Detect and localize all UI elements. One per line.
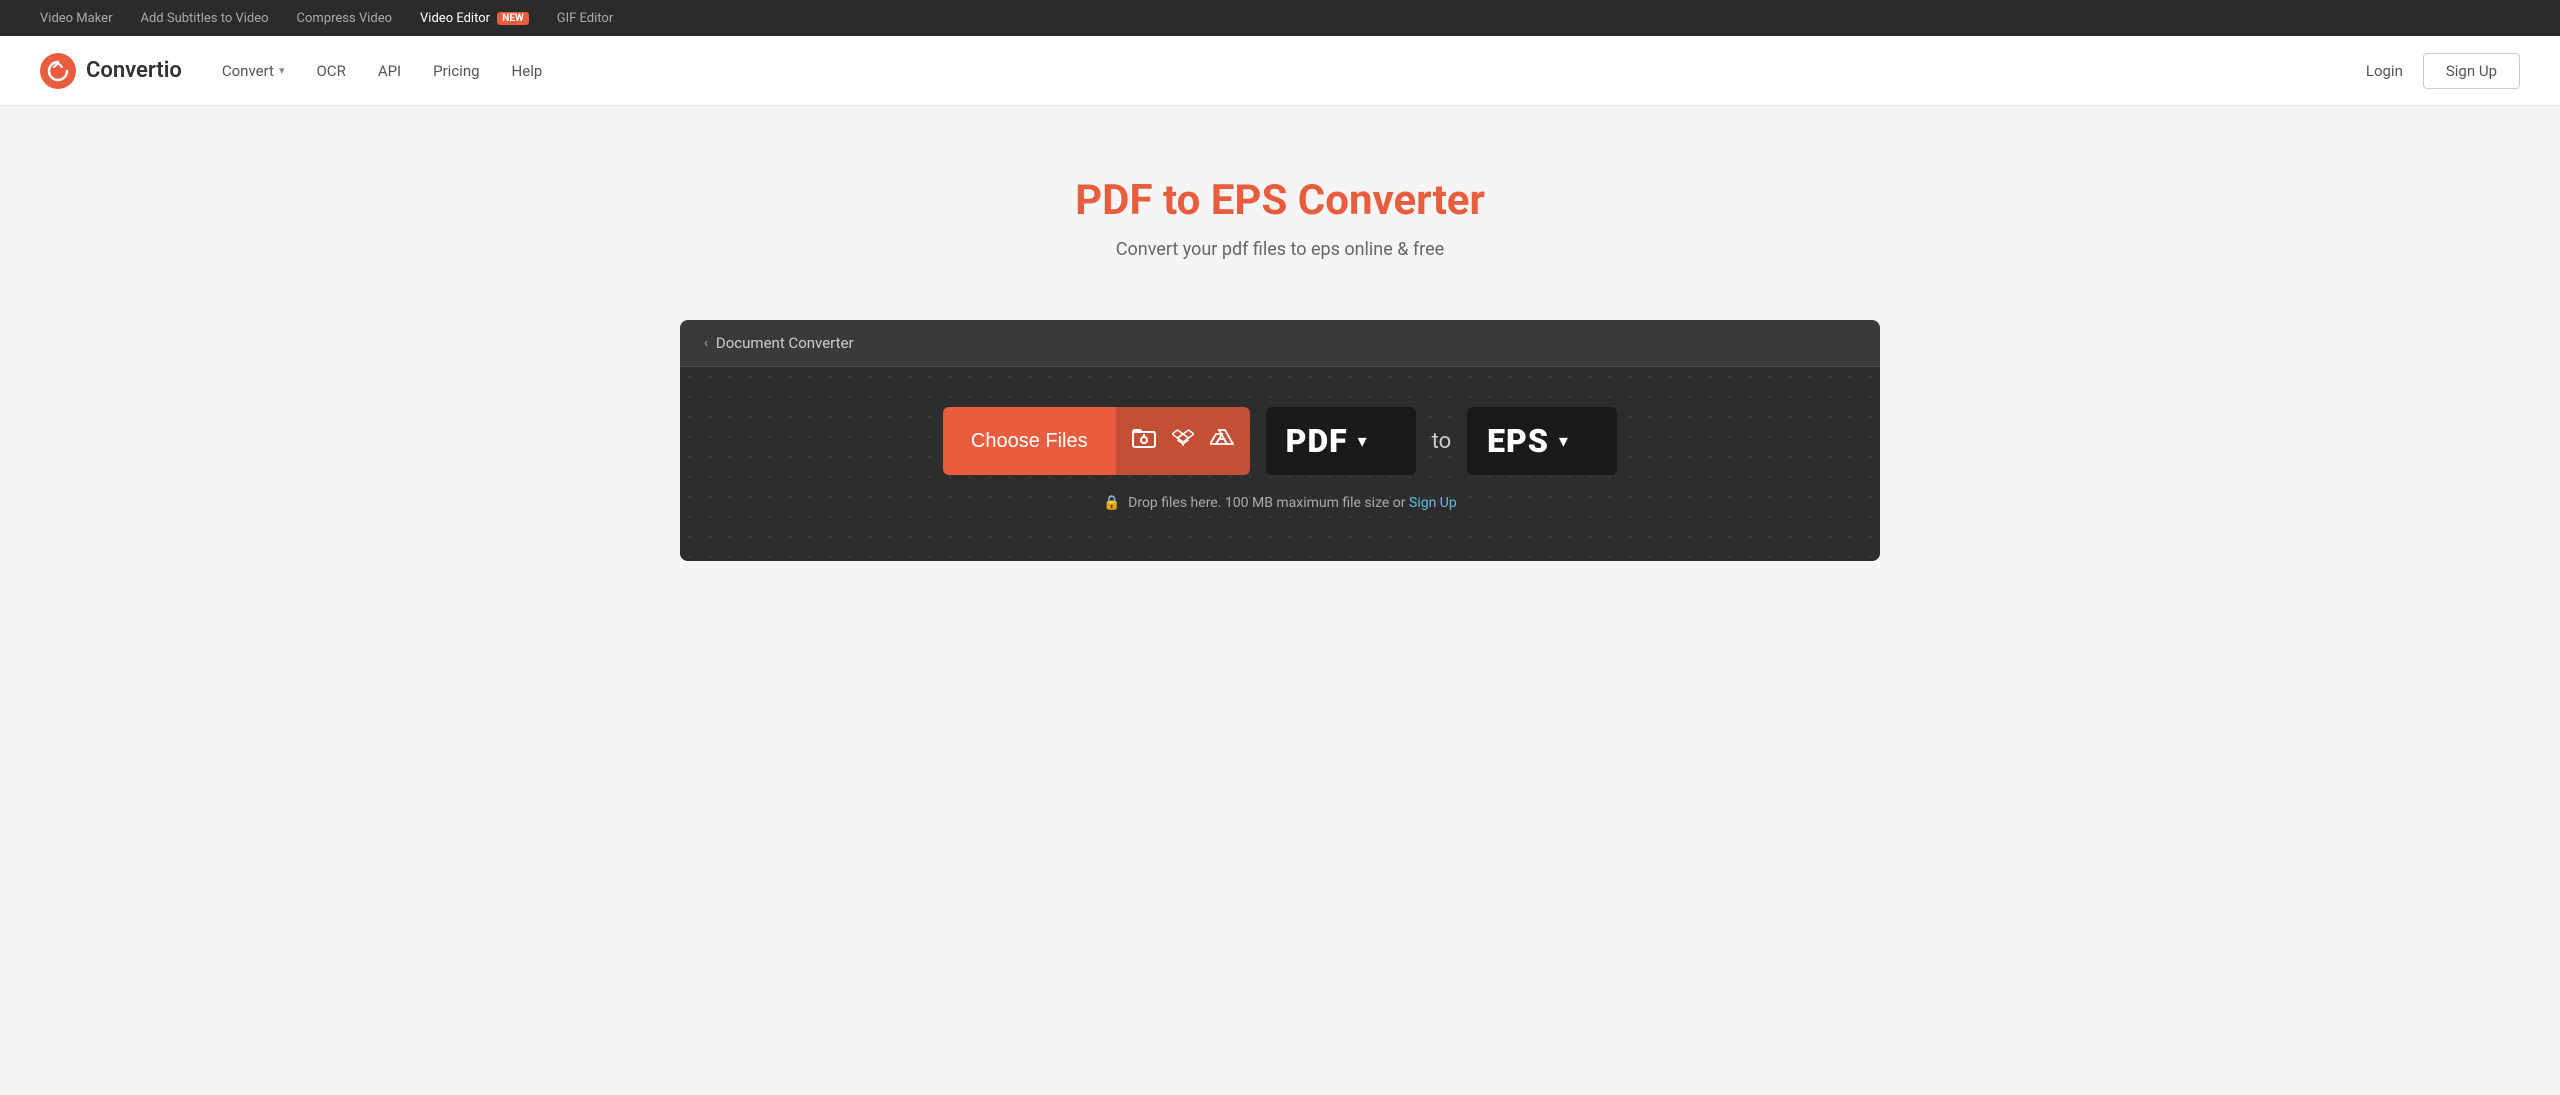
choose-files-icons xyxy=(1116,407,1250,475)
signup-button[interactable]: Sign Up xyxy=(2423,53,2520,89)
hero-title: PDF to EPS Converter xyxy=(20,176,2540,225)
nav-right: Login Sign Up xyxy=(2366,53,2520,89)
folder-icon xyxy=(1132,427,1156,455)
nav-pricing[interactable]: Pricing xyxy=(433,62,479,80)
lock-icon: 🔒 xyxy=(1103,495,1120,511)
from-format-select[interactable]: PDF ▾ xyxy=(1266,407,1416,475)
breadcrumb-chevron-icon: ‹ xyxy=(704,336,708,351)
converter-controls: Choose Files xyxy=(720,407,1840,475)
converter-section: ‹ Document Converter Choose Files xyxy=(0,320,2560,621)
nav-left: Convertio Convert ▾ OCR API Pricing Help xyxy=(40,53,542,89)
drop-note-signup-link[interactable]: Sign Up xyxy=(1409,495,1457,511)
topbar-video-editor[interactable]: Video Editor NEW xyxy=(420,11,529,26)
topbar-add-subtitles[interactable]: Add Subtitles to Video xyxy=(140,11,268,26)
to-format-select[interactable]: EPS ▾ xyxy=(1467,407,1617,475)
converter-header: ‹ Document Converter xyxy=(680,320,1880,367)
topbar-compress-video[interactable]: Compress Video xyxy=(297,11,392,26)
to-separator: to xyxy=(1432,429,1452,454)
choose-files-label: Choose Files xyxy=(943,430,1116,453)
converter-box: ‹ Document Converter Choose Files xyxy=(680,320,1880,561)
from-format-chevron-icon: ▾ xyxy=(1358,431,1367,452)
breadcrumb-label: Document Converter xyxy=(716,334,854,352)
choose-files-button[interactable]: Choose Files xyxy=(943,407,1250,475)
new-badge: NEW xyxy=(497,12,528,25)
nav-links: Convert ▾ OCR API Pricing Help xyxy=(222,62,542,80)
dropbox-icon xyxy=(1172,427,1194,455)
googledrive-icon xyxy=(1210,427,1234,455)
topbar-gif-editor[interactable]: GIF Editor xyxy=(557,11,614,26)
to-format-chevron-icon: ▾ xyxy=(1559,431,1568,452)
hero-subtitle: Convert your pdf files to eps online & f… xyxy=(20,239,2540,260)
topbar-video-maker[interactable]: Video Maker xyxy=(40,11,112,26)
converter-body: Choose Files xyxy=(680,367,1880,561)
top-bar: Video Maker Add Subtitles to Video Compr… xyxy=(0,0,2560,36)
hero-section: PDF to EPS Converter Convert your pdf fi… xyxy=(0,106,2560,320)
nav-api[interactable]: API xyxy=(378,62,401,80)
main-nav: Convertio Convert ▾ OCR API Pricing Help… xyxy=(0,36,2560,106)
nav-convert[interactable]: Convert ▾ xyxy=(222,62,285,80)
logo-icon xyxy=(40,53,76,89)
login-button[interactable]: Login xyxy=(2366,62,2403,80)
logo[interactable]: Convertio xyxy=(40,53,182,89)
nav-ocr[interactable]: OCR xyxy=(316,62,345,80)
logo-text: Convertio xyxy=(86,58,182,83)
from-format-label: PDF xyxy=(1286,422,1348,460)
nav-help[interactable]: Help xyxy=(512,62,543,80)
to-format-label: EPS xyxy=(1487,422,1549,460)
convert-chevron-icon: ▾ xyxy=(279,64,285,77)
drop-note: 🔒 Drop files here. 100 MB maximum file s… xyxy=(720,495,1840,511)
